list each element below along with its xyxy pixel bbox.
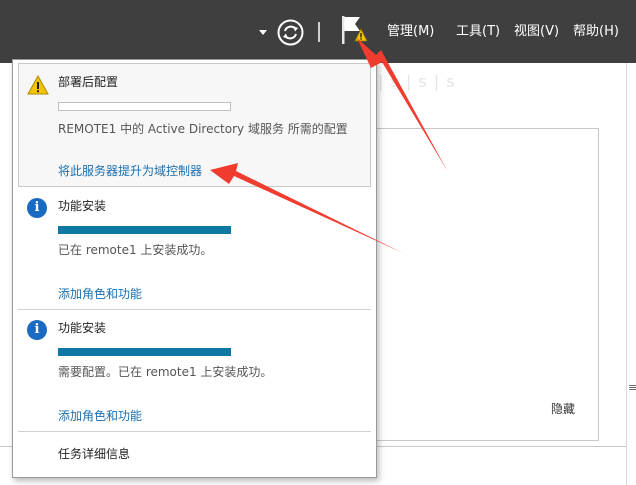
progress-bar-empty [58, 102, 231, 111]
info-icon: i [27, 320, 47, 340]
menu-tools[interactable]: 工具(T) [456, 24, 500, 40]
scrollbar-grip-icon[interactable]: ≡ [628, 382, 636, 393]
notification-message: 已在 remote1 上安装成功。 [58, 243, 213, 257]
menu-manage[interactable]: 管理(M) [387, 24, 434, 40]
progress-bar-full [58, 348, 231, 356]
notification-title: 部署后配置 [58, 75, 119, 89]
menu-help[interactable]: 帮助(H) [573, 24, 619, 40]
background-panel [372, 128, 599, 441]
scrollbar[interactable] [626, 63, 636, 485]
top-toolbar: 管理(M) 工具(T) 视图(V) 帮助(H) [0, 0, 636, 63]
divider [18, 309, 371, 310]
promote-domain-controller-link[interactable]: 将此服务器提升为域控制器 [58, 163, 202, 179]
notification-title: 功能安装 [58, 321, 107, 335]
task-details-link[interactable]: 任务详细信息 [58, 446, 130, 462]
notification-title: 功能安装 [58, 199, 107, 213]
warning-icon [27, 75, 49, 95]
background-partial-text: | s | s | s [378, 72, 456, 91]
chevron-down-icon[interactable] [258, 28, 268, 36]
notification-flag-icon[interactable] [338, 13, 372, 55]
divider [18, 431, 371, 432]
info-icon: i [27, 198, 47, 218]
progress-bar-full [58, 226, 231, 234]
refresh-icon[interactable] [277, 19, 304, 46]
notifications-popup: 部署后配置 REMOTE1 中的 Active Directory 域服务 所需… [12, 59, 377, 478]
toolbar-separator [318, 22, 320, 42]
notification-message: REMOTE1 中的 Active Directory 域服务 所需的配置 [58, 122, 348, 136]
add-roles-features-link[interactable]: 添加角色和功能 [58, 286, 142, 302]
hide-link[interactable]: 隐藏 [551, 400, 575, 417]
notification-message: 需要配置。已在 remote1 上安装成功。 [58, 365, 273, 379]
add-roles-features-link[interactable]: 添加角色和功能 [58, 408, 142, 424]
menu-view[interactable]: 视图(V) [514, 24, 559, 40]
